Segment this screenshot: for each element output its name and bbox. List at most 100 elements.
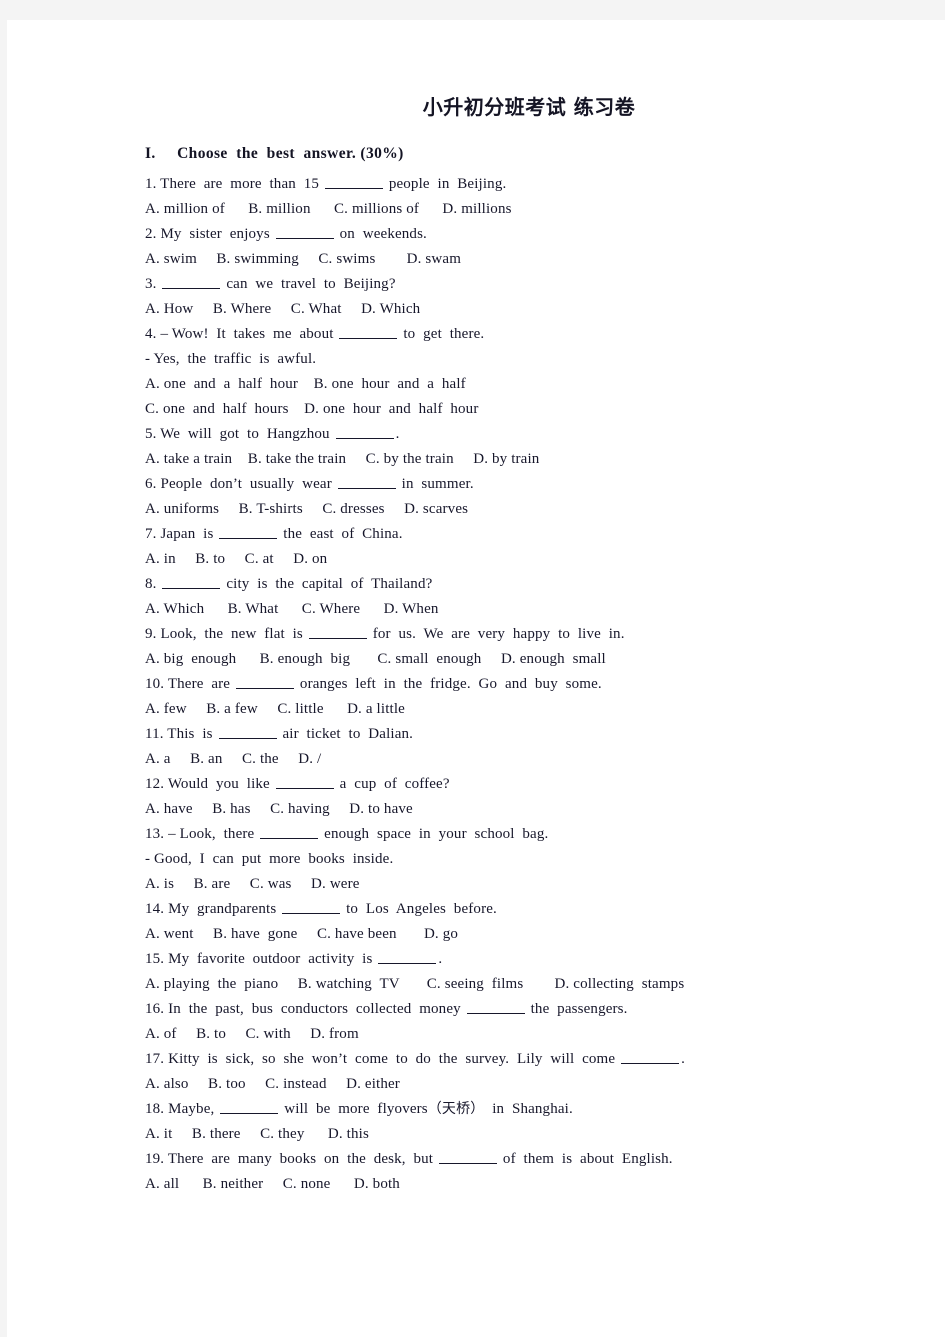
question-stem-text: 8. <box>145 576 161 592</box>
question-stem-tail: the passengers. <box>526 1001 628 1017</box>
question-stem: 5. We will got to Hangzhou . <box>145 422 865 447</box>
question-stem-text: 6. People don’t usually wear <box>145 476 336 492</box>
question-stem-tail: oranges left in the fridge. Go and buy s… <box>296 676 602 692</box>
answer-blank <box>282 900 341 914</box>
question-stem: 15. My favorite outdoor activity is . <box>145 947 865 972</box>
question-stem-text: 3. <box>145 276 161 292</box>
canvas: 小升初分班考试 练习卷 I. Choose the best answer. (… <box>0 0 945 1337</box>
answer-blank <box>308 625 367 639</box>
question-options: A. playing the piano B. watching TV C. s… <box>145 976 685 992</box>
question-stem-text: 7. Japan is <box>145 526 218 542</box>
answer-blank <box>439 1150 498 1164</box>
question-stem: 17. Kitty is sick, so she won’t come to … <box>145 1047 865 1072</box>
question-stem: 13. – Look, there enough space in your s… <box>145 822 865 847</box>
answer-blank <box>219 525 278 539</box>
question-stem: 3. can we travel to Beijing? <box>145 272 865 297</box>
question-options: A. Which B. What C. Where D. When <box>145 601 439 617</box>
question-stem: 18. Maybe, will be more flyovers（天桥） in … <box>145 1097 865 1122</box>
question-stem-tail: . <box>395 426 400 442</box>
question-stem: 19. There are many books on the desk, bu… <box>145 1147 865 1172</box>
question-stem-text: 5. We will got to Hangzhou <box>145 426 334 442</box>
question-options: A. in B. to C. at D. on <box>145 551 328 567</box>
question-stem: 10. There are oranges left in the fridge… <box>145 672 865 697</box>
question-options: A. How B. Where C. What D. Which <box>145 301 421 317</box>
question-stem-text: 17. Kitty is sick, so she won’t come to … <box>145 1051 620 1067</box>
answer-blank <box>339 325 398 339</box>
question-stem-text: 15. My favorite outdoor activity is <box>145 951 377 967</box>
question-options: A. million of B. million C. millions of … <box>145 201 512 217</box>
question-options: A. one and a half hour B. one hour and a… <box>145 376 466 392</box>
answer-blank <box>162 275 221 289</box>
document-body: 小升初分班考试 练习卷 I. Choose the best answer. (… <box>145 95 865 1197</box>
question-options: A. also B. too C. instead D. either <box>145 1076 400 1092</box>
question-stem-tail: in summer. <box>397 476 474 492</box>
question-stem-tail: can we travel to Beijing? <box>222 276 396 292</box>
question-stem-tail: enough space in your school bag. <box>320 826 549 842</box>
question-stem-text: 14. My grandparents <box>145 901 281 917</box>
answer-blank <box>337 475 396 489</box>
question-stem-text: 2. My sister enjoys <box>145 226 274 242</box>
question-stem-text: 11. This is <box>145 726 217 742</box>
question-stem: 7. Japan is the east of China. <box>145 522 865 547</box>
question-options: C. one and half hours D. one hour and ha… <box>145 401 479 417</box>
question-stem: 11. This is air ticket to Dalian. <box>145 722 865 747</box>
answer-blank <box>275 225 334 239</box>
question-stem-mid: will be more flyovers <box>280 1101 428 1117</box>
question-stem-tail: . <box>681 1051 685 1067</box>
question-stem-tail: a cup of coffee? <box>335 776 450 792</box>
question-stem-text: 13. – Look, there <box>145 826 259 842</box>
question-stem-tail: city is the capital of Thailand? <box>222 576 433 592</box>
question-stem-tail: in Shanghai. <box>484 1101 573 1117</box>
question-stem: 12. Would you like a cup of coffee? <box>145 772 865 797</box>
question-options: A. swim B. swimming C. swims D. swam <box>145 251 462 267</box>
answer-blank <box>220 1100 279 1114</box>
answer-blank <box>335 425 394 439</box>
question-stem: 16. In the past, bus conductors collecte… <box>145 997 865 1022</box>
question-stem-tail: for us. We are very happy to live in. <box>368 626 625 642</box>
question-stem-text: 10. There are <box>145 676 235 692</box>
question-options: A. few B. a few C. little D. a little <box>145 701 405 717</box>
question-stem-tail: people in Beijing. <box>384 176 507 192</box>
question-options: A. all B. neither C. none D. both <box>145 1176 400 1192</box>
answer-blank <box>466 1000 525 1014</box>
question-stem-text: 4. – Wow! It takes me about <box>145 326 338 342</box>
question-stem-tail: on weekends. <box>335 226 427 242</box>
answer-blank <box>324 175 383 189</box>
question-options: A. went B. have gone C. have been D. go <box>145 926 459 942</box>
question-stem-tail: to get there. <box>399 326 485 342</box>
question-options: A. of B. to C. with D. from <box>145 1026 359 1042</box>
question-stem-tail: . <box>438 951 443 967</box>
question-stem: 6. People don’t usually wear in summer. <box>145 472 865 497</box>
answer-blank <box>275 775 334 789</box>
section-heading: I. Choose the best answer. (30%) <box>145 145 404 162</box>
question-stem-tail: the east of China. <box>279 526 403 542</box>
answer-blank <box>162 575 221 589</box>
question-options: A. it B. there C. they D. this <box>145 1126 369 1142</box>
question-options: A. big enough B. enough big C. small eno… <box>145 651 606 667</box>
question-dialogue-reply: - Good, I can put more books inside. <box>145 851 394 867</box>
answer-blank <box>621 1050 680 1064</box>
question-options: A. a B. an C. the D. / <box>145 751 322 767</box>
question-stem: 14. My grandparents to Los Angeles befor… <box>145 897 865 922</box>
question-stem: 9. Look, the new flat is for us. We are … <box>145 622 865 647</box>
question-stem-text: 16. In the past, bus conductors collecte… <box>145 1001 465 1017</box>
question-stem: 1. There are more than 15 people in Beij… <box>145 172 865 197</box>
answer-blank <box>378 950 437 964</box>
question-stem-text: 1. There are more than 15 <box>145 176 323 192</box>
question-stem: 8. city is the capital of Thailand? <box>145 572 865 597</box>
question-stem-tail: of them is about English. <box>499 1151 673 1167</box>
question-stem-text: 19. There are many books on the desk, bu… <box>145 1151 438 1167</box>
question-options: A. uniforms B. T-shirts C. dresses D. sc… <box>145 501 469 517</box>
question-dialogue-reply: - Yes, the traffic is awful. <box>145 351 317 367</box>
question-options: A. is B. are C. was D. were <box>145 876 360 892</box>
page-title: 小升初分班考试 练习卷 <box>422 95 636 119</box>
question-stem-text: 18. Maybe, <box>145 1101 219 1117</box>
question-stem-text: 12. Would you like <box>145 776 274 792</box>
question-stem-tail: to Los Angeles before. <box>342 901 497 917</box>
question-stem: 4. – Wow! It takes me about to get there… <box>145 322 865 347</box>
question-options: A. take a train B. take the train C. by … <box>145 451 540 467</box>
chinese-gloss: （天桥） <box>427 1101 485 1117</box>
document-page: 小升初分班考试 练习卷 I. Choose the best answer. (… <box>7 20 945 1337</box>
answer-blank <box>218 725 277 739</box>
question-options: A. have B. has C. having D. to have <box>145 801 413 817</box>
